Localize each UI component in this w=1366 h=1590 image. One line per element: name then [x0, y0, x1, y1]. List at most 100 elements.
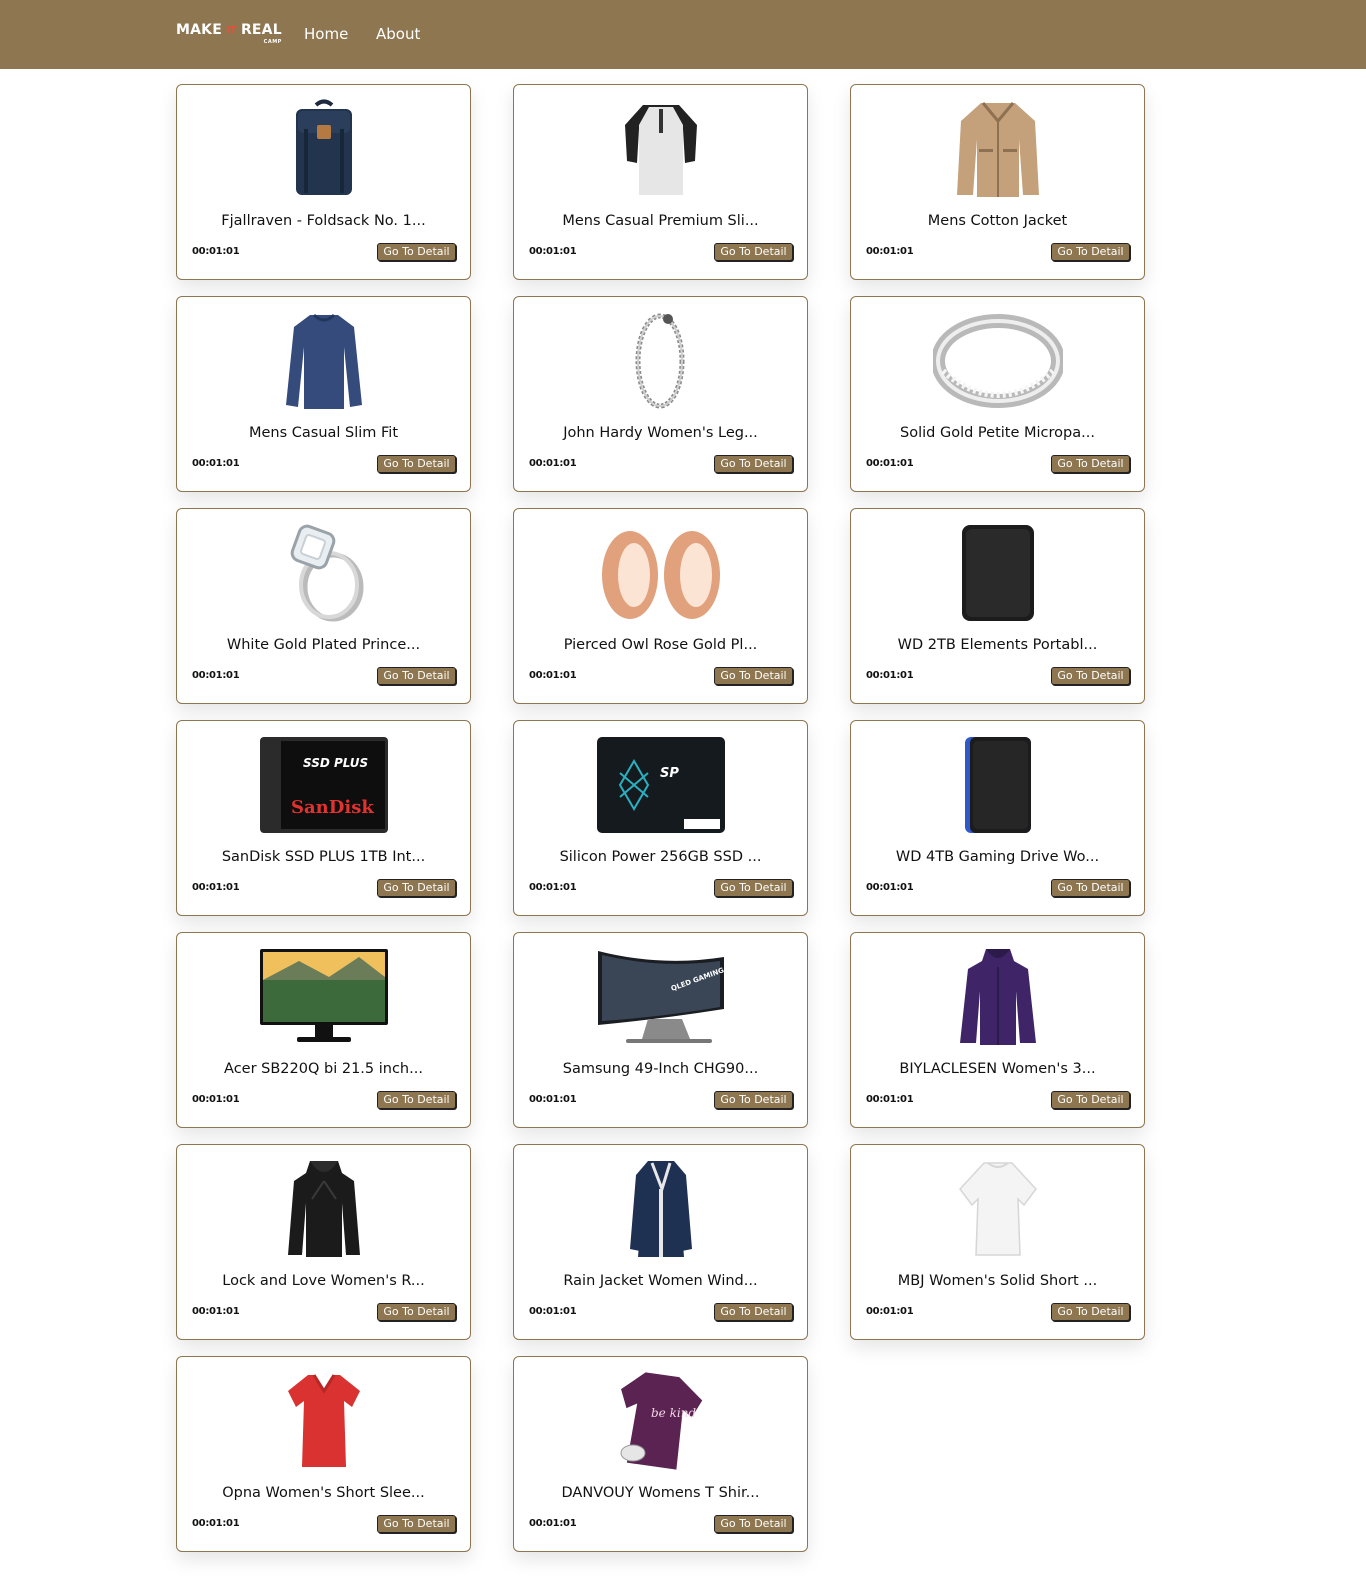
- product-image[interactable]: SSD PLUS SanDisk: [177, 735, 470, 835]
- sp-label: SP: [660, 766, 679, 781]
- product-timer: 00:01:01: [192, 1094, 240, 1105]
- go-to-detail-button[interactable]: Go To Detail: [1051, 455, 1130, 473]
- product-image[interactable]: [177, 523, 470, 623]
- logo-real: REAL: [240, 22, 282, 38]
- red-tshirt-icon: [287, 1374, 360, 1467]
- product-timer: 00:01:01: [529, 1094, 577, 1105]
- diamond-ring-icon: [290, 524, 363, 622]
- product-image[interactable]: [177, 947, 470, 1047]
- product-image[interactable]: [177, 311, 470, 411]
- product-image[interactable]: [851, 523, 1144, 623]
- product-card: Lock and Love Women's R... 00:01:01 Go T…: [176, 1144, 471, 1340]
- product-image[interactable]: [851, 99, 1144, 199]
- product-card: John Hardy Women's Leg... 00:01:01 Go To…: [513, 296, 808, 492]
- product-title: Mens Casual Premium Sli...: [562, 213, 759, 229]
- product-timer: 00:01:01: [529, 1306, 577, 1317]
- go-to-detail-button[interactable]: Go To Detail: [1051, 667, 1130, 685]
- product-image[interactable]: [514, 99, 807, 199]
- hard-drive-icon: [961, 525, 1034, 621]
- go-to-detail-button[interactable]: Go To Detail: [1051, 879, 1130, 897]
- product-title: BIYLACLESEN Women's 3...: [899, 1061, 1096, 1077]
- go-to-detail-button[interactable]: Go To Detail: [714, 667, 793, 685]
- plugs-icon: [601, 531, 720, 619]
- product-grid: Fjallraven - Foldsack No. 1... 00:01:01 …: [176, 84, 1146, 1552]
- product-title: Samsung 49-Inch CHG90...: [562, 1061, 759, 1077]
- product-card: Pierced Owl Rose Gold Pl... 00:01:01 Go …: [513, 508, 808, 704]
- go-to-detail-button[interactable]: Go To Detail: [714, 1303, 793, 1321]
- product-image[interactable]: [851, 947, 1144, 1047]
- go-to-detail-button[interactable]: Go To Detail: [377, 243, 456, 261]
- product-image[interactable]: [177, 99, 470, 199]
- go-to-detail-button[interactable]: Go To Detail: [377, 667, 456, 685]
- product-timer: 00:01:01: [192, 1306, 240, 1317]
- ring-icon: [932, 314, 1063, 408]
- go-to-detail-button[interactable]: Go To Detail: [1051, 1303, 1130, 1321]
- product-timer: 00:01:01: [529, 246, 577, 257]
- go-to-detail-button[interactable]: Go To Detail: [377, 879, 456, 897]
- go-to-detail-button[interactable]: Go To Detail: [377, 1303, 456, 1321]
- product-image[interactable]: SP: [514, 735, 807, 835]
- go-to-detail-button[interactable]: Go To Detail: [377, 1091, 456, 1109]
- product-image[interactable]: [177, 1159, 470, 1259]
- product-card: Mens Cotton Jacket 00:01:01 Go To Detail: [850, 84, 1145, 280]
- product-title: Rain Jacket Women Wind...: [563, 1273, 758, 1289]
- product-image[interactable]: be kind: [514, 1371, 807, 1471]
- product-title: DANVOUY Womens T Shir...: [561, 1485, 760, 1501]
- product-card: Rain Jacket Women Wind... 00:01:01 Go To…: [513, 1144, 808, 1340]
- product-card: Fjallraven - Foldsack No. 1... 00:01:01 …: [176, 84, 471, 280]
- go-to-detail-button[interactable]: Go To Detail: [714, 455, 793, 473]
- product-image[interactable]: QLED GAMING MONITOR: [514, 947, 807, 1047]
- product-card: Acer SB220Q bi 21.5 inch... 00:01:01 Go …: [176, 932, 471, 1128]
- product-title: Acer SB220Q bi 21.5 inch...: [224, 1061, 423, 1077]
- product-timer: 00:01:01: [866, 882, 914, 893]
- product-image[interactable]: [851, 1159, 1144, 1259]
- product-timer: 00:01:01: [866, 458, 914, 469]
- product-title: Mens Casual Slim Fit: [248, 425, 399, 441]
- product-image[interactable]: [514, 523, 807, 623]
- go-to-detail-button[interactable]: Go To Detail: [377, 455, 456, 473]
- product-image[interactable]: [851, 311, 1144, 411]
- nav-about-link[interactable]: About: [376, 25, 420, 43]
- product-card: Opna Women's Short Slee... 00:01:01 Go T…: [176, 1356, 471, 1552]
- product-title: WD 2TB Elements Portabl...: [897, 637, 1098, 653]
- product-card: MBJ Women's Solid Short ... 00:01:01 Go …: [850, 1144, 1145, 1340]
- product-image[interactable]: [514, 1159, 807, 1259]
- white-top-icon: [958, 1162, 1037, 1256]
- product-timer: 00:01:01: [866, 246, 914, 257]
- go-to-detail-button[interactable]: Go To Detail: [714, 1515, 793, 1533]
- navbar: MAKE IT REAL CAMP Home About: [0, 0, 1366, 69]
- brand-logo[interactable]: MAKE IT REAL CAMP: [176, 22, 282, 48]
- product-timer: 00:01:01: [192, 246, 240, 257]
- product-timer: 00:01:01: [192, 882, 240, 893]
- product-card: Mens Casual Slim Fit 00:01:01 Go To Deta…: [176, 296, 471, 492]
- product-timer: 00:01:01: [866, 670, 914, 681]
- product-timer: 00:01:01: [192, 670, 240, 681]
- product-image[interactable]: [851, 735, 1144, 835]
- go-to-detail-button[interactable]: Go To Detail: [377, 1515, 456, 1533]
- product-image[interactable]: [514, 311, 807, 411]
- product-title: WD 4TB Gaming Drive Wo...: [895, 849, 1100, 865]
- product-title: Lock and Love Women's R...: [222, 1273, 425, 1289]
- go-to-detail-button[interactable]: Go To Detail: [1051, 1091, 1130, 1109]
- product-image[interactable]: [177, 1371, 470, 1471]
- purple-tshirt-icon: be kind: [620, 1372, 702, 1470]
- product-title: Opna Women's Short Slee...: [222, 1485, 425, 1501]
- product-card: WD 4TB Gaming Drive Wo... 00:01:01 Go To…: [850, 720, 1145, 916]
- go-to-detail-button[interactable]: Go To Detail: [714, 879, 793, 897]
- product-timer: 00:01:01: [866, 1094, 914, 1105]
- nav-home-link[interactable]: Home: [304, 25, 348, 43]
- go-to-detail-button[interactable]: Go To Detail: [714, 1091, 793, 1109]
- product-timer: 00:01:01: [529, 1518, 577, 1529]
- product-card: SSD PLUS SanDisk SanDisk SSD PLUS 1TB In…: [176, 720, 471, 916]
- go-to-detail-button[interactable]: Go To Detail: [714, 243, 793, 261]
- product-title: Pierced Owl Rose Gold Pl...: [563, 637, 758, 653]
- product-title: White Gold Plated Prince...: [226, 637, 421, 653]
- ssd-sp-icon: SP: [596, 737, 725, 833]
- product-card: BIYLACLESEN Women's 3... 00:01:01 Go To …: [850, 932, 1145, 1128]
- backpack-icon: [295, 99, 352, 195]
- curved-monitor-icon: QLED GAMING MONITOR: [597, 951, 726, 1043]
- product-title: Mens Cotton Jacket: [927, 213, 1068, 229]
- product-card: White Gold Plated Prince... 00:01:01 Go …: [176, 508, 471, 704]
- go-to-detail-button[interactable]: Go To Detail: [1051, 243, 1130, 261]
- product-card: Solid Gold Petite Micropa... 00:01:01 Go…: [850, 296, 1145, 492]
